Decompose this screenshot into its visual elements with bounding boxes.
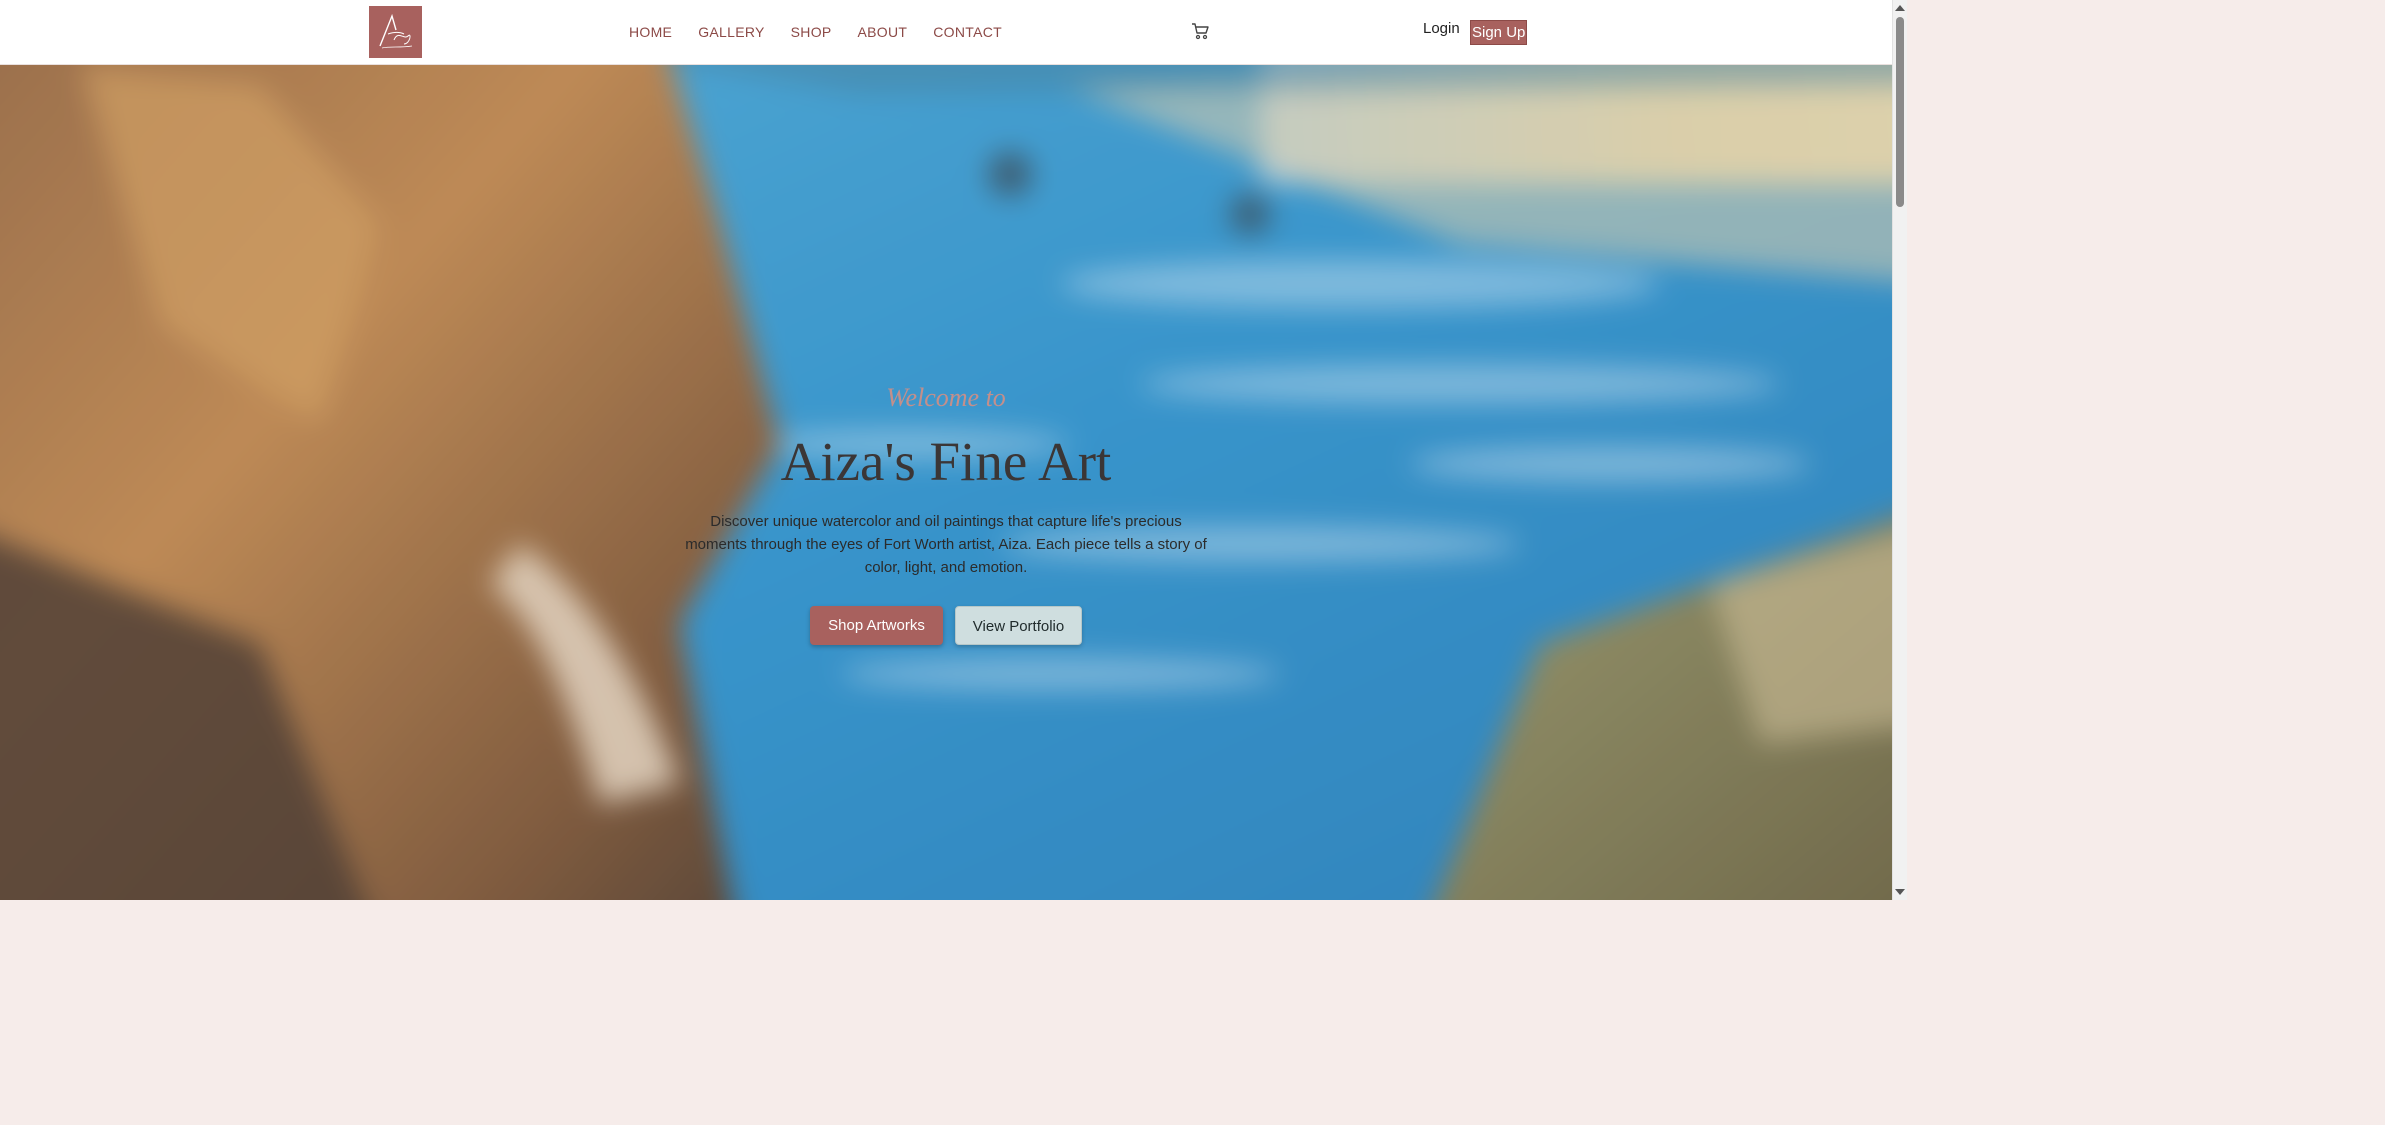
hero-title: Aiza's Fine Art	[780, 431, 1112, 492]
browser-viewport: HOME GALLERY SHOP ABOUT CONTACT Login Si…	[0, 0, 1907, 900]
view-portfolio-button[interactable]: View Portfolio	[955, 606, 1082, 645]
nav-about-link[interactable]: ABOUT	[858, 24, 908, 40]
site-navbar: HOME GALLERY SHOP ABOUT CONTACT Login Si…	[0, 0, 1892, 65]
aiza-monogram-logo-icon	[378, 13, 412, 49]
vertical-scrollbar[interactable]	[1892, 0, 1907, 900]
scroll-up-arrow-icon[interactable]	[1895, 5, 1905, 11]
scrollbar-thumb[interactable]	[1896, 17, 1904, 207]
hero-section: Welcome to Aiza's Fine Art Discover uniq…	[0, 64, 1892, 900]
hero-content: Welcome to Aiza's Fine Art Discover uniq…	[0, 64, 1892, 900]
shop-artworks-button[interactable]: Shop Artworks	[810, 606, 943, 645]
nav-contact-link[interactable]: CONTACT	[933, 24, 1002, 40]
scroll-down-arrow-icon[interactable]	[1895, 889, 1905, 895]
shopping-cart-icon[interactable]	[1190, 21, 1210, 41]
nav-home-link[interactable]: HOME	[629, 24, 672, 40]
site-logo[interactable]	[369, 6, 422, 58]
sign-up-button[interactable]: Sign Up	[1470, 20, 1528, 45]
hero-welcome-text: Welcome to	[886, 383, 1006, 412]
hero-description: Discover unique watercolor and oil paint…	[685, 513, 1207, 576]
nav-shop-link[interactable]: SHOP	[791, 24, 832, 40]
nav-gallery-link[interactable]: GALLERY	[698, 24, 764, 40]
login-link[interactable]: Login	[1423, 20, 1460, 37]
main-nav: HOME GALLERY SHOP ABOUT CONTACT	[629, 0, 1002, 64]
